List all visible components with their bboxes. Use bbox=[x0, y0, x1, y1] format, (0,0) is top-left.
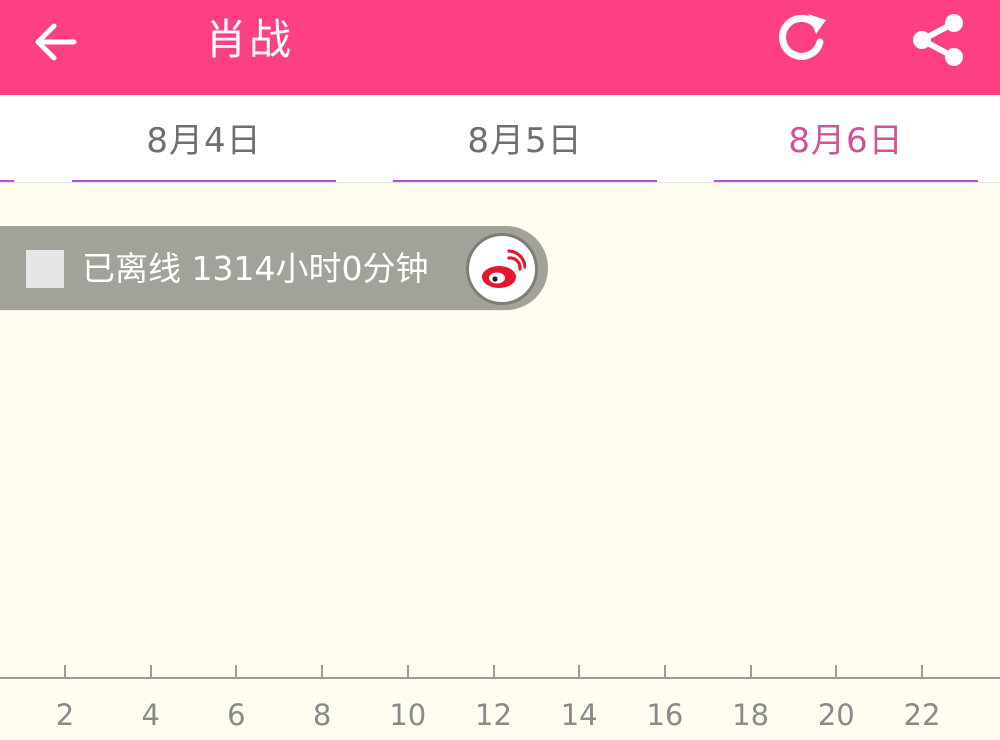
tab-underline bbox=[393, 180, 657, 182]
axis-tick bbox=[835, 665, 838, 677]
axis-tick-label: 14 bbox=[560, 698, 598, 732]
top-app-bar: 肖战 bbox=[0, 0, 1000, 95]
axis-tick bbox=[406, 665, 409, 677]
date-tabs: 8月4日 8月5日 8月6日 bbox=[0, 95, 1000, 183]
axis-tick bbox=[578, 665, 581, 677]
tab-label: 8月5日 bbox=[467, 121, 583, 161]
axis-tick-label: 16 bbox=[646, 698, 684, 732]
tab-underline bbox=[714, 180, 978, 182]
weibo-icon bbox=[482, 249, 526, 288]
tab-date-3-selected[interactable]: 8月6日 bbox=[714, 95, 978, 182]
axis-tick-label: 20 bbox=[817, 698, 855, 732]
tab-date-2[interactable]: 8月5日 bbox=[393, 95, 657, 182]
axis-tick-label: 12 bbox=[475, 698, 512, 732]
axis-tick bbox=[492, 665, 495, 677]
axis-tick bbox=[921, 665, 923, 677]
axis-tick bbox=[663, 665, 666, 677]
axis-tick bbox=[235, 665, 238, 677]
refresh-icon bbox=[779, 14, 826, 60]
tab-date-1[interactable]: 8月4日 bbox=[72, 95, 336, 182]
weibo-button[interactable] bbox=[466, 233, 538, 305]
axis-tick-label: 22 bbox=[903, 698, 941, 732]
axis-tick bbox=[64, 665, 66, 677]
axis-tick-label: 18 bbox=[732, 698, 770, 732]
offline-status-text: 已离线 1314小时0分钟 bbox=[82, 249, 429, 288]
timeline-axis bbox=[0, 677, 1000, 679]
axis-tick bbox=[321, 665, 324, 677]
refresh-button[interactable] bbox=[772, 8, 832, 68]
status-color-square bbox=[26, 250, 64, 288]
axis-tick bbox=[749, 665, 752, 677]
tab-label: 8月6日 bbox=[788, 121, 904, 161]
axis-tick-label: 8 bbox=[312, 698, 332, 732]
axis-tick-label: 10 bbox=[389, 698, 427, 732]
axis-tick-label: 4 bbox=[141, 698, 160, 732]
axis-tick-label: 2 bbox=[55, 698, 75, 732]
share-icon bbox=[913, 14, 963, 66]
tab-underline bbox=[72, 180, 336, 182]
page-title: 肖战 bbox=[205, 15, 294, 64]
axis-tick-label: 6 bbox=[227, 698, 246, 732]
share-button[interactable] bbox=[908, 12, 968, 68]
tab-label: 8月4日 bbox=[146, 121, 262, 161]
back-button[interactable] bbox=[28, 14, 84, 70]
axis-tick bbox=[149, 665, 152, 677]
tab-underline-offscreen bbox=[0, 180, 14, 182]
arrow-left-icon bbox=[35, 23, 77, 61]
